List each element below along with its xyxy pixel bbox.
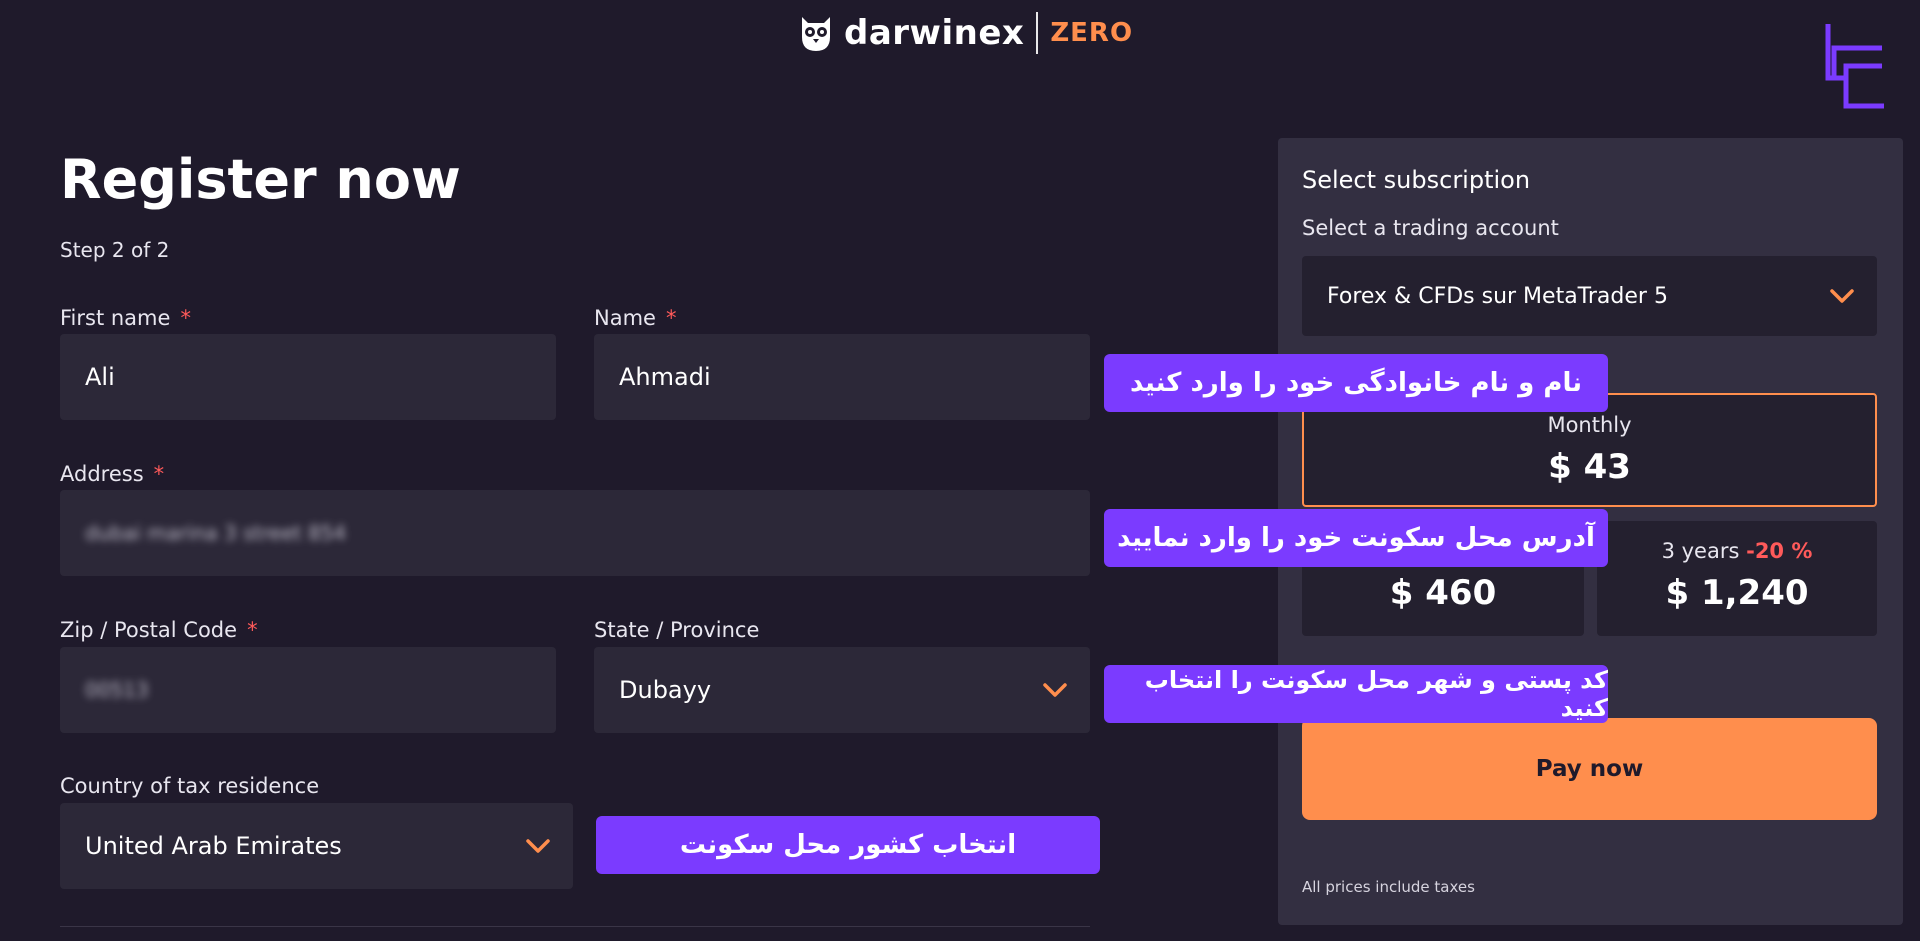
first-name-value: Ali [85,363,115,391]
zip-value: 00513 [85,678,149,702]
state-value: Dubayy [619,676,712,704]
required-marker: * [247,618,258,642]
first-name-label-text: First name [60,306,171,330]
first-name-field[interactable]: Ali [60,334,556,420]
plan-price: $ 460 [1389,573,1497,613]
plan-price: $ 1,240 [1665,573,1809,613]
callout-name: نام و نام خانوادگی خود را وارد کنید [1104,354,1608,412]
first-name-label: First name * [60,306,191,330]
page-title: Register now [60,148,461,211]
country-value: United Arab Emirates [85,832,342,860]
zip-field[interactable]: 00513 [60,647,556,733]
required-marker: * [665,306,677,330]
state-select[interactable]: Dubayy [594,647,1090,733]
state-label-text: State / Province [594,618,760,642]
trading-account-select[interactable]: Forex & CFDs sur MetaTrader 5 [1302,256,1877,336]
last-name-label: Name * [594,306,676,330]
step-indicator: Step 2 of 2 [60,238,170,262]
country-label: Country of tax residence [60,774,319,798]
pay-now-button[interactable]: Pay now [1302,718,1877,820]
address-value: dubai marina 3 street 854 [85,521,347,545]
plan-price: $ 43 [1548,447,1631,487]
taxes-note: All prices include taxes [1302,878,1475,896]
chevron-down-icon [1043,683,1067,697]
chevron-down-icon [1830,289,1854,303]
zip-label: Zip / Postal Code * [60,618,258,642]
discount-badge: -20 % [1746,539,1813,563]
plan-3-years[interactable]: 3 years -20 % $ 1,240 [1597,521,1877,636]
required-marker: * [180,306,191,330]
logo-divider [1036,12,1039,54]
subscription-title: Select subscription [1302,166,1531,194]
last-name-value: Ahmadi [619,363,711,391]
chevron-down-icon [526,839,550,853]
plan-period-row: 3 years -20 % [1597,539,1877,563]
trading-account-label: Select a trading account [1302,216,1559,240]
required-marker: * [153,462,165,486]
last-name-field[interactable]: Ahmadi [594,334,1090,420]
callout-zip-city: کد پستی و شهر محل سکونت را انتخاب کنید [1104,665,1608,723]
address-label: Address * [60,462,164,486]
state-label: State / Province [594,618,759,642]
last-name-label-text: Name [594,306,656,330]
brand-suffix: ZERO [1050,18,1134,48]
country-label-text: Country of tax residence [60,774,320,798]
form-divider [60,926,1090,927]
owl-logo-icon [802,17,830,51]
trading-account-value: Forex & CFDs sur MetaTrader 5 [1327,283,1668,309]
callout-address: آدرس محل سکونت خود را وارد نمایید [1104,509,1608,567]
callout-country: انتخاب کشور محل سکونت [596,816,1100,874]
brand-name: darwinex [844,13,1025,53]
country-select[interactable]: United Arab Emirates [60,803,573,889]
darwinex-logo[interactable]: darwinex ZERO [798,8,1133,58]
zip-label-text: Zip / Postal Code [60,618,238,642]
brand-corner-mark-icon [1825,24,1884,109]
address-label-text: Address [60,462,144,486]
page: darwinex ZERO Register now Step 2 of 2 F… [0,0,1920,941]
plan-period: 3 years [1661,539,1740,563]
address-field[interactable]: dubai marina 3 street 854 [60,490,1090,576]
plan-period: Monthly [1547,413,1632,437]
